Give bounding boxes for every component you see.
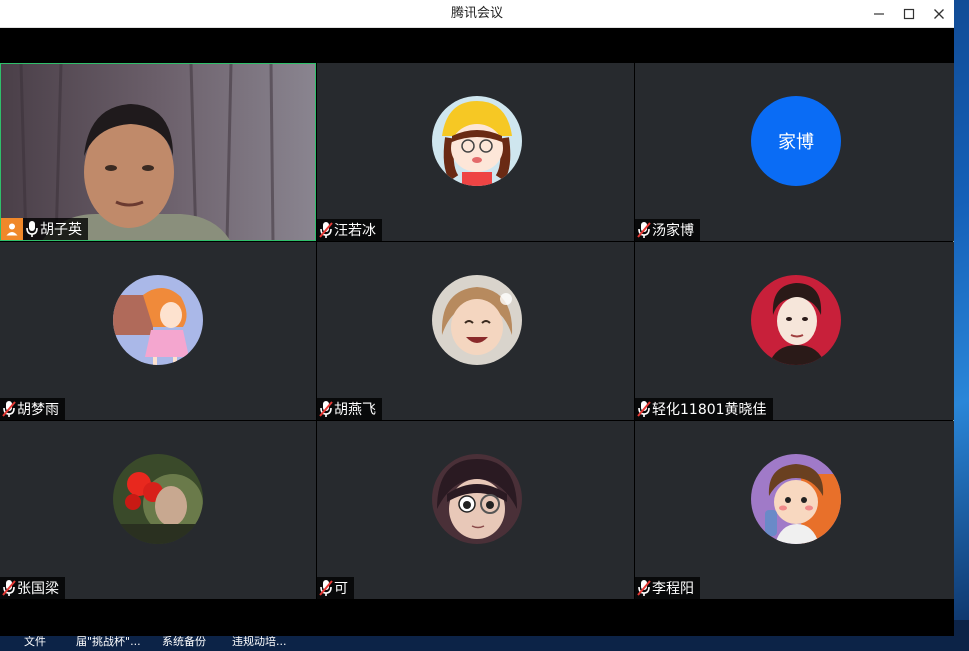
microphone-muted-icon (319, 580, 333, 596)
microphone-muted-icon (319, 401, 333, 417)
participant-name: 汪若冰 (334, 223, 376, 239)
participant-tile[interactable]: 轻化11801黄晓佳 (635, 242, 954, 420)
participant-name-tag: 李程阳 (635, 577, 700, 599)
avatar (432, 96, 522, 186)
close-icon (934, 9, 944, 19)
maximize-icon (903, 8, 915, 20)
microphone-muted-icon (637, 222, 651, 238)
microphone-muted-icon (319, 222, 333, 238)
participant-video (1, 64, 315, 240)
participant-tile[interactable]: 胡燕飞 (317, 242, 634, 420)
participant-name-tag: 胡梦雨 (0, 398, 65, 420)
participant-tile[interactable]: 胡梦雨 (0, 242, 316, 420)
avatar-text: 家博 (751, 96, 841, 186)
participant-tile[interactable]: 家博 汤家博 (635, 63, 954, 241)
participant-name-tag: 胡子英 (1, 218, 88, 240)
participant-name: 胡燕飞 (334, 402, 376, 418)
participant-name: 胡子英 (40, 222, 82, 238)
participant-name-tag: 汪若冰 (317, 219, 382, 241)
avatar (113, 454, 203, 544)
maximize-button[interactable] (894, 0, 924, 28)
microphone-icon (26, 221, 38, 237)
video-grid: 胡子英 汪若冰 家博 汤家博 胡梦雨 胡燕飞 轻化11801黄晓佳 张国梁 可 … (0, 63, 954, 599)
participant-tile[interactable]: 张国梁 (0, 421, 316, 599)
participant-name-tag: 汤家博 (635, 219, 700, 241)
close-button[interactable] (924, 0, 954, 28)
participant-name: 张国梁 (17, 581, 59, 597)
participant-name: 胡梦雨 (17, 402, 59, 418)
participant-tile[interactable]: 可 (317, 421, 634, 599)
microphone-muted-icon (637, 580, 651, 596)
participant-name-tag: 可 (317, 577, 354, 599)
participant-name-tag: 轻化11801黄晓佳 (635, 398, 773, 420)
title-bar[interactable]: 腾讯会议 (0, 0, 954, 28)
participant-name-tag: 张国梁 (0, 577, 65, 599)
minimize-icon (874, 13, 884, 15)
avatar (432, 275, 522, 365)
avatar (751, 275, 841, 365)
participant-tile[interactable]: 李程阳 (635, 421, 954, 599)
participant-name: 可 (334, 581, 348, 597)
avatar (751, 454, 841, 544)
minimize-button[interactable] (864, 0, 894, 28)
window-title: 腾讯会议 (450, 6, 503, 21)
meeting-window: 腾讯会议 胡子英 汪若冰 家博 汤家博 胡梦雨 胡燕飞 轻化11801黄晓佳 张… (0, 0, 954, 636)
participant-name-tag: 胡燕飞 (317, 398, 382, 420)
microphone-muted-icon (637, 401, 651, 417)
host-badge (1, 218, 23, 240)
top-black-bar (0, 28, 954, 63)
bottom-black-bar (0, 599, 954, 636)
avatar (113, 275, 203, 365)
participant-name: 汤家博 (652, 223, 694, 239)
person-icon (6, 223, 18, 236)
avatar (432, 454, 522, 544)
microphone-muted-icon (2, 580, 16, 596)
microphone-muted-icon (2, 401, 16, 417)
participant-name: 李程阳 (652, 581, 694, 597)
participant-tile[interactable]: 汪若冰 (317, 63, 634, 241)
participant-tile-host[interactable]: 胡子英 (0, 63, 316, 241)
participant-name: 轻化11801黄晓佳 (652, 402, 767, 418)
